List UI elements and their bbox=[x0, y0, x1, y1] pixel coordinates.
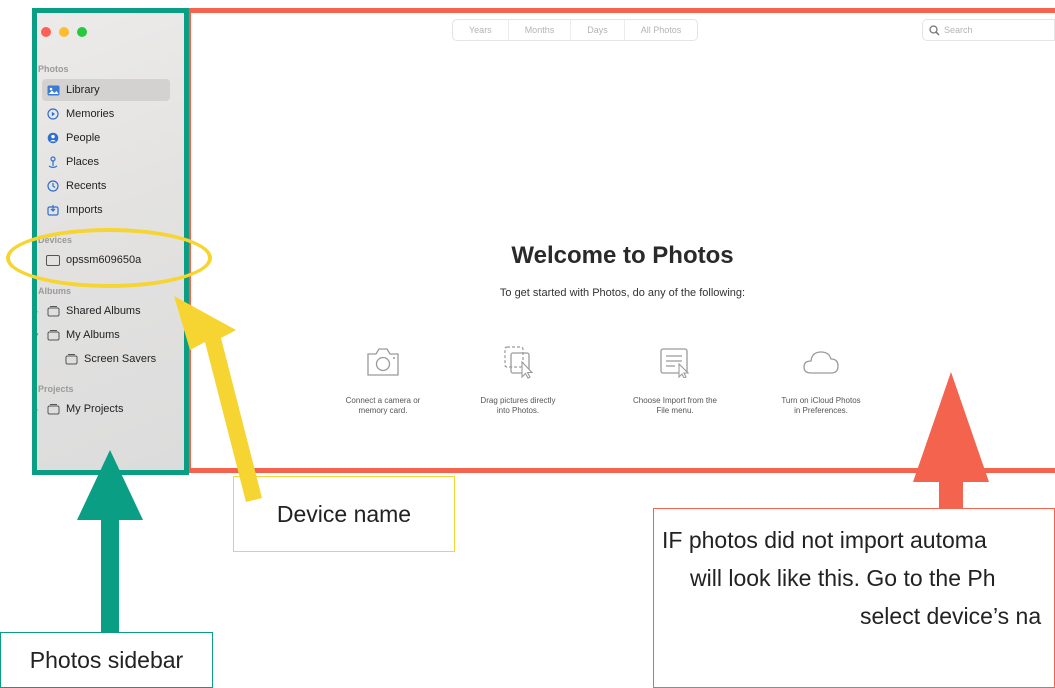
import-instructions-line2: will look like this. Go to the Ph bbox=[690, 565, 996, 591]
import-instructions-line3: select device’s na bbox=[860, 603, 1042, 629]
main-area-highlight bbox=[187, 8, 1055, 473]
photos-sidebar-callout: Photos sidebar bbox=[0, 632, 213, 688]
teal-arrow bbox=[77, 450, 143, 632]
device-name-highlight bbox=[6, 228, 212, 288]
import-instructions-line1: IF photos did not import automa bbox=[662, 527, 987, 553]
import-instructions-callout: IF photos did not import automa will loo… bbox=[653, 508, 1055, 688]
device-name-callout-text: Device name bbox=[276, 500, 412, 527]
photos-sidebar-callout-text: Photos sidebar bbox=[29, 646, 184, 673]
device-name-callout: Device name bbox=[233, 476, 455, 552]
